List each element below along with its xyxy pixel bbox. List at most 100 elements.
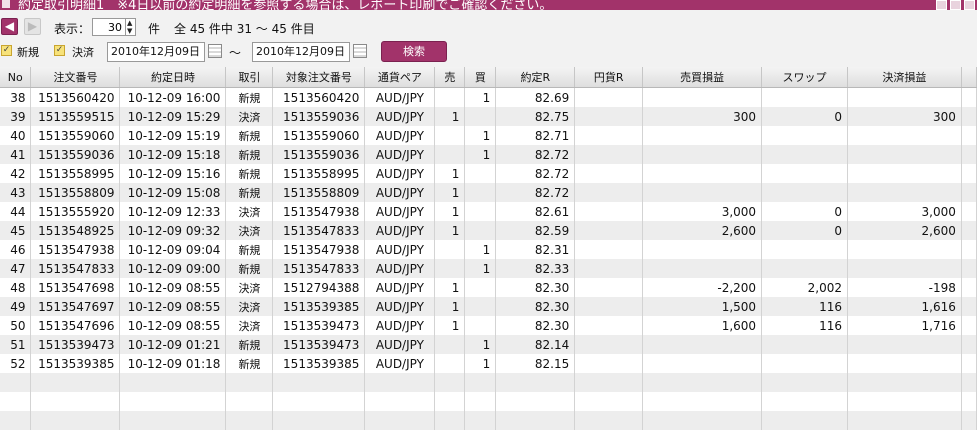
table-row[interactable]: 49 1513547697 10-12-09 08:55 決済 1513539385 AU… — [0, 297, 977, 316]
column-header[interactable]: 約定日時 — [119, 67, 227, 88]
new-checkbox[interactable]: ✓ — [1, 45, 12, 56]
column-header[interactable]: No — [0, 67, 32, 88]
date-to-field[interactable]: 2010年12月09日 — [252, 42, 350, 62]
empty-cell — [495, 411, 576, 430]
cell-pair: AUD/JPY — [364, 107, 436, 126]
cell-filler — [961, 87, 977, 107]
cell-pair: AUD/JPY — [364, 202, 436, 221]
table-row[interactable]: 41 1513559036 10-12-09 15:18 新規 1513559036 AU… — [0, 145, 977, 164]
stepper-down-icon[interactable]: ▼ — [127, 28, 132, 35]
cell-rate: 82.72 — [495, 183, 576, 202]
empty-cell — [434, 411, 466, 430]
minimize-icon[interactable] — [936, 0, 947, 10]
table-row[interactable]: 44 1513555920 10-12-09 12:33 決済 1513547938 AU… — [0, 202, 977, 221]
cell-pair: AUD/JPY — [364, 278, 436, 297]
column-header-filler — [961, 67, 977, 88]
cell-yen — [574, 87, 644, 107]
column-header[interactable]: 取引 — [225, 67, 274, 88]
empty-cell — [961, 411, 977, 430]
cell-swap — [761, 145, 848, 164]
cell-sell: 1 — [434, 297, 466, 316]
column-header[interactable]: 売 — [434, 67, 466, 88]
cell-settle: -198 — [847, 278, 962, 297]
cell-pl: 2,600 — [642, 221, 763, 240]
cell-yen — [574, 259, 644, 278]
date-from-field[interactable]: 2010年12月09日 — [107, 42, 205, 62]
table-row[interactable]: 43 1513558809 10-12-09 15:08 新規 1513558809 AU… — [0, 183, 977, 202]
cell-pl: -2,200 — [642, 278, 763, 297]
cell-settle: 2,600 — [847, 221, 962, 240]
table-row[interactable]: 39 1513559515 10-12-09 15:29 決済 1513559036 AU… — [0, 107, 977, 126]
display-label: 表示： — [54, 22, 91, 36]
column-header[interactable]: 売買損益 — [642, 67, 763, 88]
table-row[interactable]: 48 1513547698 10-12-09 08:55 決済 1512794388 AU… — [0, 278, 977, 297]
cell-sell: 1 — [434, 183, 466, 202]
cell-yen — [574, 164, 644, 183]
empty-row — [0, 373, 977, 392]
column-header[interactable]: 円貨R — [574, 67, 644, 88]
cell-no: 46 — [0, 240, 32, 259]
cell-swap — [761, 183, 848, 202]
empty-cell — [574, 373, 644, 392]
column-header[interactable]: 決済損益 — [847, 67, 962, 88]
table-row[interactable]: 50 1513547696 10-12-09 08:55 決済 1513539473 AU… — [0, 316, 977, 335]
cell-order: 1513548925 — [30, 221, 121, 240]
cell-pl — [642, 183, 763, 202]
trade-grid: No 注文番号 約定日時 取引 対象注文番号 通貨ペア売買約定R 円貨R 売買損益 スワップ 決済… — [0, 67, 977, 430]
settle-checkbox[interactable]: ✓ — [54, 45, 65, 56]
table-row[interactable]: 47 1513547833 10-12-09 09:00 新規 1513547833 AU… — [0, 259, 977, 278]
empty-cell — [434, 392, 466, 411]
table-row[interactable]: 46 1513547938 10-12-09 09:04 新規 1513547938 AU… — [0, 240, 977, 259]
column-header[interactable]: 通貨ペア — [364, 67, 436, 88]
cell-pair: AUD/JPY — [364, 183, 436, 202]
cell-dt: 10-12-09 09:32 — [119, 221, 227, 240]
cell-pair: AUD/JPY — [364, 145, 436, 164]
cell-yen — [574, 297, 644, 316]
cell-dt: 10-12-09 08:55 — [119, 316, 227, 335]
calendar-icon[interactable] — [353, 44, 367, 58]
column-header[interactable]: スワップ — [761, 67, 848, 88]
table-row[interactable]: 45 1513548925 10-12-09 09:32 決済 1513547833 AU… — [0, 221, 977, 240]
cell-settle — [847, 126, 962, 145]
per-page-stepper[interactable]: ▲ ▼ — [92, 18, 140, 36]
cell-order: 1513559036 — [30, 145, 121, 164]
cell-sell — [434, 126, 466, 145]
cell-settle: 1,716 — [847, 316, 962, 335]
stepper-up-icon[interactable]: ▲ — [127, 20, 132, 27]
column-header[interactable]: 対象注文番号 — [272, 67, 366, 88]
per-page-input[interactable] — [92, 18, 126, 36]
table-row[interactable]: 40 1513559060 10-12-09 15:19 新規 1513559060 AU… — [0, 126, 977, 145]
cell-settle: 1,616 — [847, 297, 962, 316]
cell-sell: 1 — [434, 107, 466, 126]
table-row[interactable]: 42 1513558995 10-12-09 15:16 新規 1513558995 AU… — [0, 164, 977, 183]
cell-target: 1513559060 — [272, 126, 366, 145]
cell-buy: 1 — [464, 126, 497, 145]
table-row[interactable]: 52 1513539385 10-12-09 01:18 新規 1513539385 AU… — [0, 354, 977, 373]
maximize-icon[interactable] — [950, 0, 961, 10]
cell-type: 新規 — [225, 183, 274, 202]
calendar-icon[interactable] — [208, 44, 222, 58]
stepper-arrows[interactable]: ▲ ▼ — [126, 18, 136, 36]
column-header[interactable]: 約定R — [495, 67, 576, 88]
search-button[interactable]: 検索 — [381, 41, 447, 62]
close-icon[interactable] — [964, 0, 975, 10]
cell-pair: AUD/JPY — [364, 221, 436, 240]
table-row[interactable]: 38 1513560420 10-12-09 16:00 新規 1513560420 AU… — [0, 87, 977, 107]
next-page-button[interactable]: ▶ — [24, 18, 41, 35]
cell-settle — [847, 183, 962, 202]
table-row[interactable]: 51 1513539473 10-12-09 01:21 新規 1513539473 AU… — [0, 335, 977, 354]
empty-cell — [761, 392, 848, 411]
cell-dt: 10-12-09 15:19 — [119, 126, 227, 145]
prev-page-button[interactable]: ◀ — [1, 18, 18, 35]
cell-dt: 10-12-09 01:21 — [119, 335, 227, 354]
cell-order: 1513559060 — [30, 126, 121, 145]
cell-yen — [574, 126, 644, 145]
cell-order: 1513559515 — [30, 107, 121, 126]
cell-yen — [574, 354, 644, 373]
column-header[interactable]: 注文番号 — [30, 67, 121, 88]
cell-target: 1513539473 — [272, 335, 366, 354]
column-header[interactable]: 買 — [464, 67, 497, 88]
cell-settle — [847, 164, 962, 183]
table-header-row: No 注文番号 約定日時 取引 対象注文番号 通貨ペア売買約定R 円貨R 売買損益 スワップ 決済… — [0, 67, 977, 88]
cell-order: 1513547698 — [30, 278, 121, 297]
